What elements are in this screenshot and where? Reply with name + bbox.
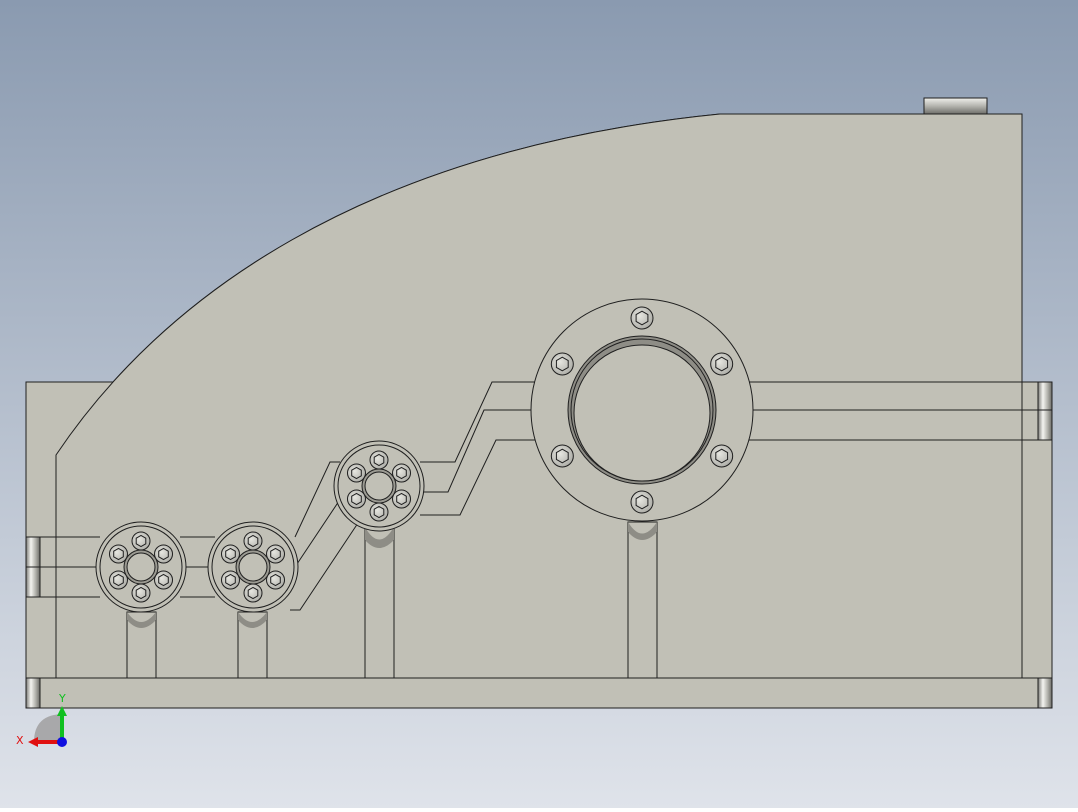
bolt-head [154,544,174,564]
bolt-head [392,489,412,509]
z-axis-dot [57,737,67,747]
breather-plug [923,97,988,115]
bolt-head [108,544,128,564]
bolt-head [154,570,174,590]
y-axis-label: Y [58,692,66,705]
bolt-head [243,531,263,551]
bearing-cover-output [530,298,754,522]
shaft-bore [126,552,156,582]
bearing-cover-intermediate-2 [333,440,425,532]
cad-viewport[interactable]: X Y [0,0,1078,808]
bolt-head [550,352,574,376]
bolt-head [710,352,734,376]
base-flange-bottom [25,677,1053,709]
bolt-head [131,583,151,603]
bolt-head [108,570,128,590]
bolt-head [369,450,389,470]
bolt-head [710,444,734,468]
shaft-bore [364,471,394,501]
bolt-head [346,463,366,483]
shaft-bore [238,552,268,582]
bolt-head [131,531,151,551]
bolt-head [266,544,286,564]
x-axis-label: X [16,734,24,747]
bolt-head [630,490,654,514]
bolt-head [369,502,389,522]
bolt-head [243,583,263,603]
bolt-head [220,570,240,590]
output-bore [573,344,711,482]
bearing-cover-intermediate-1 [207,521,299,613]
bolt-head [392,463,412,483]
bearing-cover-input [95,521,187,613]
bolt-head [630,306,654,330]
bolt-head [550,444,574,468]
bolt-head [346,489,366,509]
bolt-head [266,570,286,590]
bolt-head [220,544,240,564]
